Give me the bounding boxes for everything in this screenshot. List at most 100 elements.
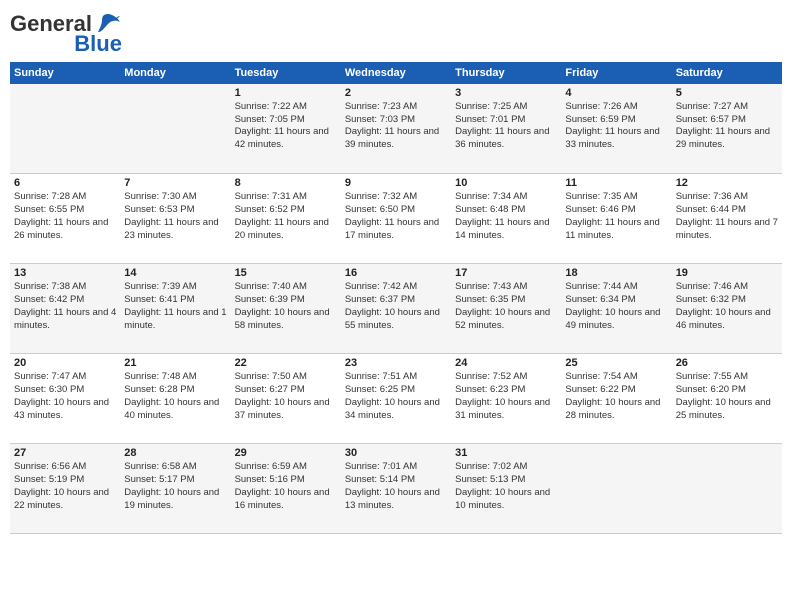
calendar-cell: 8 Sunrise: 7:31 AM Sunset: 6:52 PM Daylig… bbox=[231, 174, 341, 264]
day-info: Sunrise: 7:40 AM Sunset: 6:39 PM Dayligh… bbox=[235, 281, 337, 332]
day-number: 24 bbox=[455, 357, 557, 369]
day-info: Sunrise: 7:34 AM Sunset: 6:48 PM Dayligh… bbox=[455, 191, 557, 242]
day-number: 28 bbox=[124, 447, 226, 459]
logo-blue: Blue bbox=[74, 34, 122, 54]
calendar-cell bbox=[120, 84, 230, 174]
day-number: 30 bbox=[345, 447, 447, 459]
day-info: Sunrise: 7:39 AM Sunset: 6:41 PM Dayligh… bbox=[124, 281, 226, 332]
weekday-header-tuesday: Tuesday bbox=[231, 62, 341, 84]
calendar-cell bbox=[672, 444, 782, 534]
calendar-cell: 7 Sunrise: 7:30 AM Sunset: 6:53 PM Daylig… bbox=[120, 174, 230, 264]
calendar-cell: 29Sunrise: 6:59 AM Sunset: 5:16 PM Dayli… bbox=[231, 444, 341, 534]
calendar-cell: 14 Sunrise: 7:39 AM Sunset: 6:41 PM Dayli… bbox=[120, 264, 230, 354]
day-number: 20 bbox=[14, 357, 116, 369]
day-number: 25 bbox=[565, 357, 667, 369]
day-number: 14 bbox=[124, 267, 226, 279]
day-info: Sunrise: 7:46 AM Sunset: 6:32 PM Dayligh… bbox=[676, 281, 778, 332]
calendar-cell: 13 Sunrise: 7:38 AM Sunset: 6:42 PM Dayli… bbox=[10, 264, 120, 354]
day-info: Sunrise: 7:51 AM Sunset: 6:25 PM Dayligh… bbox=[345, 371, 447, 422]
day-number: 31 bbox=[455, 447, 557, 459]
day-number: 9 bbox=[345, 177, 447, 189]
day-info: Sunrise: 7:38 AM Sunset: 6:42 PM Dayligh… bbox=[14, 281, 116, 332]
day-info: Sunrise: 7:01 AM Sunset: 5:14 PM Dayligh… bbox=[345, 461, 447, 512]
day-info: Sunrise: 7:25 AM Sunset: 7:01 PM Dayligh… bbox=[455, 101, 557, 152]
day-number: 16 bbox=[345, 267, 447, 279]
day-number: 7 bbox=[124, 177, 226, 189]
calendar-table: SundayMondayTuesdayWednesdayThursdayFrid… bbox=[10, 62, 782, 535]
calendar-cell: 31 Sunrise: 7:02 AM Sunset: 5:13 PM Dayli… bbox=[451, 444, 561, 534]
day-number: 18 bbox=[565, 267, 667, 279]
weekday-header-sunday: Sunday bbox=[10, 62, 120, 84]
calendar-cell: 19 Sunrise: 7:46 AM Sunset: 6:32 PM Dayli… bbox=[672, 264, 782, 354]
day-info: Sunrise: 7:31 AM Sunset: 6:52 PM Dayligh… bbox=[235, 191, 337, 242]
weekday-header-monday: Monday bbox=[120, 62, 230, 84]
day-number: 6 bbox=[14, 177, 116, 189]
day-number: 1 bbox=[235, 87, 337, 99]
weekday-header-row: SundayMondayTuesdayWednesdayThursdayFrid… bbox=[10, 62, 782, 84]
calendar-week-row: 1 Sunrise: 7:22 AM Sunset: 7:05 PM Daylig… bbox=[10, 84, 782, 174]
logo: General Blue bbox=[10, 10, 122, 54]
calendar-week-row: 27Sunrise: 6:56 AM Sunset: 5:19 PM Dayli… bbox=[10, 444, 782, 534]
day-number: 5 bbox=[676, 87, 778, 99]
day-number: 17 bbox=[455, 267, 557, 279]
day-info: Sunrise: 7:02 AM Sunset: 5:13 PM Dayligh… bbox=[455, 461, 557, 512]
day-number: 13 bbox=[14, 267, 116, 279]
day-number: 4 bbox=[565, 87, 667, 99]
day-info: Sunrise: 6:56 AM Sunset: 5:19 PM Dayligh… bbox=[14, 461, 116, 512]
calendar-cell: 20 Sunrise: 7:47 AM Sunset: 6:30 PM Dayli… bbox=[10, 354, 120, 444]
calendar-cell: 18 Sunrise: 7:44 AM Sunset: 6:34 PM Dayli… bbox=[561, 264, 671, 354]
day-info: Sunrise: 6:58 AM Sunset: 5:17 PM Dayligh… bbox=[124, 461, 226, 512]
calendar-cell: 16 Sunrise: 7:42 AM Sunset: 6:37 PM Dayli… bbox=[341, 264, 451, 354]
day-info: Sunrise: 7:23 AM Sunset: 7:03 PM Dayligh… bbox=[345, 101, 447, 152]
day-number: 21 bbox=[124, 357, 226, 369]
weekday-header-saturday: Saturday bbox=[672, 62, 782, 84]
calendar-cell: 2 Sunrise: 7:23 AM Sunset: 7:03 PM Daylig… bbox=[341, 84, 451, 174]
calendar-cell: 25 Sunrise: 7:54 AM Sunset: 6:22 PM Dayli… bbox=[561, 354, 671, 444]
calendar-cell: 12Sunrise: 7:36 AM Sunset: 6:44 PM Dayli… bbox=[672, 174, 782, 264]
calendar-cell: 10 Sunrise: 7:34 AM Sunset: 6:48 PM Dayli… bbox=[451, 174, 561, 264]
calendar-cell: 26 Sunrise: 7:55 AM Sunset: 6:20 PM Dayli… bbox=[672, 354, 782, 444]
calendar-week-row: 20 Sunrise: 7:47 AM Sunset: 6:30 PM Dayli… bbox=[10, 354, 782, 444]
day-info: Sunrise: 7:30 AM Sunset: 6:53 PM Dayligh… bbox=[124, 191, 226, 242]
day-number: 3 bbox=[455, 87, 557, 99]
day-info: Sunrise: 7:55 AM Sunset: 6:20 PM Dayligh… bbox=[676, 371, 778, 422]
calendar-cell bbox=[10, 84, 120, 174]
weekday-header-wednesday: Wednesday bbox=[341, 62, 451, 84]
day-info: Sunrise: 7:32 AM Sunset: 6:50 PM Dayligh… bbox=[345, 191, 447, 242]
day-number: 2 bbox=[345, 87, 447, 99]
calendar-cell: 30 Sunrise: 7:01 AM Sunset: 5:14 PM Dayli… bbox=[341, 444, 451, 534]
day-number: 12 bbox=[676, 177, 778, 189]
day-number: 22 bbox=[235, 357, 337, 369]
day-number: 11 bbox=[565, 177, 667, 189]
day-info: Sunrise: 7:48 AM Sunset: 6:28 PM Dayligh… bbox=[124, 371, 226, 422]
weekday-header-thursday: Thursday bbox=[451, 62, 561, 84]
day-info: Sunrise: 7:52 AM Sunset: 6:23 PM Dayligh… bbox=[455, 371, 557, 422]
day-number: 29 bbox=[235, 447, 337, 459]
day-number: 26 bbox=[676, 357, 778, 369]
day-info: Sunrise: 7:26 AM Sunset: 6:59 PM Dayligh… bbox=[565, 101, 667, 152]
day-info: Sunrise: 7:54 AM Sunset: 6:22 PM Dayligh… bbox=[565, 371, 667, 422]
day-info: Sunrise: 7:50 AM Sunset: 6:27 PM Dayligh… bbox=[235, 371, 337, 422]
day-info: Sunrise: 7:28 AM Sunset: 6:55 PM Dayligh… bbox=[14, 191, 116, 242]
calendar-cell: 3 Sunrise: 7:25 AM Sunset: 7:01 PM Daylig… bbox=[451, 84, 561, 174]
day-info: Sunrise: 7:47 AM Sunset: 6:30 PM Dayligh… bbox=[14, 371, 116, 422]
calendar-cell bbox=[561, 444, 671, 534]
day-number: 8 bbox=[235, 177, 337, 189]
calendar-cell: 6 Sunrise: 7:28 AM Sunset: 6:55 PM Daylig… bbox=[10, 174, 120, 264]
day-info: Sunrise: 7:43 AM Sunset: 6:35 PM Dayligh… bbox=[455, 281, 557, 332]
calendar-cell: 9 Sunrise: 7:32 AM Sunset: 6:50 PM Daylig… bbox=[341, 174, 451, 264]
weekday-header-friday: Friday bbox=[561, 62, 671, 84]
day-info: Sunrise: 7:42 AM Sunset: 6:37 PM Dayligh… bbox=[345, 281, 447, 332]
calendar-cell: 23Sunrise: 7:51 AM Sunset: 6:25 PM Dayli… bbox=[341, 354, 451, 444]
day-number: 10 bbox=[455, 177, 557, 189]
day-info: Sunrise: 7:35 AM Sunset: 6:46 PM Dayligh… bbox=[565, 191, 667, 242]
day-info: Sunrise: 7:27 AM Sunset: 6:57 PM Dayligh… bbox=[676, 101, 778, 152]
day-info: Sunrise: 7:22 AM Sunset: 7:05 PM Dayligh… bbox=[235, 101, 337, 152]
calendar-cell: 24 Sunrise: 7:52 AM Sunset: 6:23 PM Dayli… bbox=[451, 354, 561, 444]
day-number: 15 bbox=[235, 267, 337, 279]
day-info: Sunrise: 7:44 AM Sunset: 6:34 PM Dayligh… bbox=[565, 281, 667, 332]
calendar-cell: 5 Sunrise: 7:27 AM Sunset: 6:57 PM Daylig… bbox=[672, 84, 782, 174]
calendar-cell: 4 Sunrise: 7:26 AM Sunset: 6:59 PM Daylig… bbox=[561, 84, 671, 174]
day-number: 19 bbox=[676, 267, 778, 279]
calendar-cell: 27Sunrise: 6:56 AM Sunset: 5:19 PM Dayli… bbox=[10, 444, 120, 534]
